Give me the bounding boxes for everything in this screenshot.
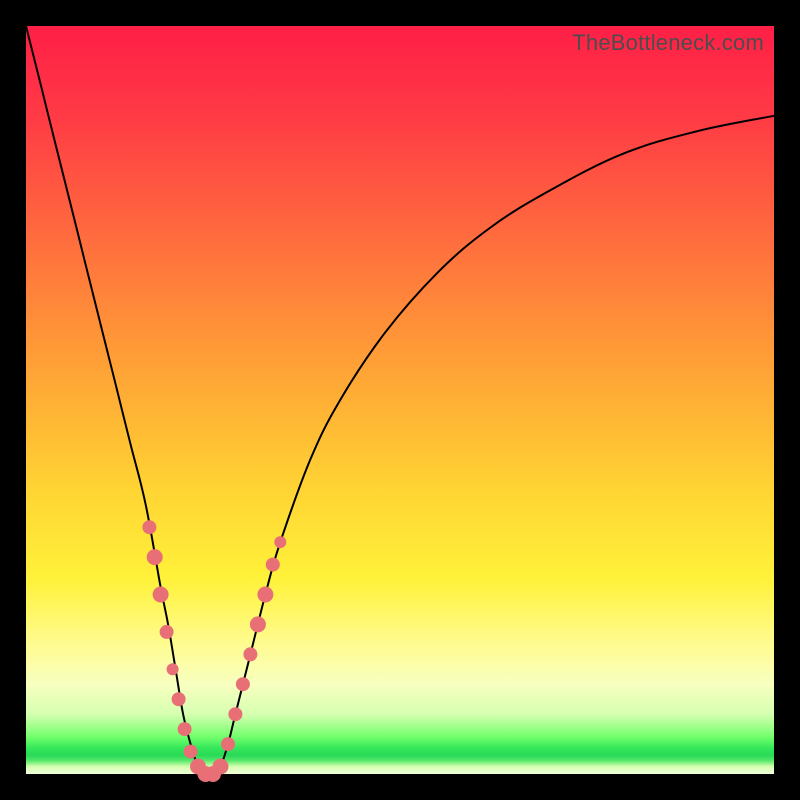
curve-marker xyxy=(250,616,266,632)
curve-marker xyxy=(221,737,235,751)
curve-marker xyxy=(266,558,280,572)
marker-group xyxy=(142,520,286,782)
curve-marker xyxy=(243,647,257,661)
curve-marker xyxy=(236,677,250,691)
plot-area: TheBottleneck.com xyxy=(26,26,774,774)
curve-marker xyxy=(213,759,229,775)
outer-frame: TheBottleneck.com xyxy=(0,0,800,800)
bottleneck-curve xyxy=(26,26,774,775)
curve-marker xyxy=(257,587,273,603)
curve-marker xyxy=(184,745,198,759)
curve-marker xyxy=(147,549,163,565)
chart-svg xyxy=(26,26,774,774)
curve-marker xyxy=(153,587,169,603)
curve-marker xyxy=(274,536,286,548)
curve-marker xyxy=(228,707,242,721)
curve-marker xyxy=(142,520,156,534)
curve-marker xyxy=(178,722,192,736)
curve-marker xyxy=(172,692,186,706)
curve-marker xyxy=(167,663,179,675)
curve-marker xyxy=(160,625,174,639)
